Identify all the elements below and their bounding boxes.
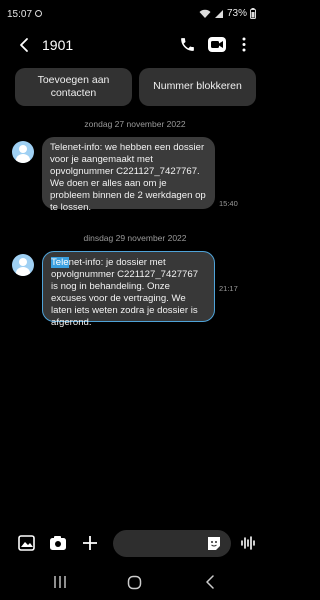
- message-text: net-info: je dossier met opvolgnummer C2…: [51, 257, 199, 328]
- composer-bar: [0, 526, 270, 560]
- signal-icon: [214, 9, 223, 18]
- phone-icon[interactable]: [179, 36, 196, 53]
- date-separator: zondag 27 november 2022: [84, 119, 186, 129]
- status-time: 15:07: [7, 9, 33, 20]
- gallery-icon[interactable]: [18, 535, 35, 551]
- selected-text[interactable]: Tele: [51, 257, 69, 268]
- video-call-icon[interactable]: [207, 36, 227, 53]
- message-bubble[interactable]: Telenet-info: we hebben een dossier voor…: [42, 137, 215, 213]
- avatar: [12, 141, 34, 163]
- add-icon[interactable]: [82, 535, 98, 551]
- back-nav-icon[interactable]: [204, 575, 216, 589]
- battery-icon: [250, 8, 256, 19]
- contact-title: 1901: [42, 37, 74, 53]
- wifi-icon: [199, 9, 211, 18]
- sticker-icon[interactable]: [206, 536, 222, 551]
- voice-record-icon[interactable]: [240, 535, 256, 551]
- notification-icon: [35, 10, 42, 17]
- back-arrow-icon[interactable]: [16, 36, 34, 54]
- home-icon[interactable]: [127, 575, 142, 590]
- status-indicators: 73%: [199, 8, 256, 19]
- status-bar: 15:07 73%: [0, 0, 270, 30]
- camera-icon[interactable]: [49, 535, 67, 551]
- more-options-icon[interactable]: [240, 36, 248, 53]
- message-input[interactable]: [125, 536, 209, 549]
- recent-apps-icon[interactable]: [53, 575, 67, 589]
- battery-percent: 73%: [226, 8, 247, 19]
- block-number-button[interactable]: Nummer blokkeren: [139, 68, 256, 106]
- add-to-contacts-label: Toevoegen aan contacten: [37, 73, 110, 99]
- message-time: 15:40: [219, 199, 238, 208]
- avatar: [12, 254, 34, 276]
- system-navigation-bar: [0, 567, 270, 600]
- date-separator: dinsdag 29 november 2022: [83, 233, 187, 243]
- add-to-contacts-button[interactable]: Toevoegen aan contacten: [15, 68, 132, 106]
- message-bubble-selected[interactable]: Telenet-info: je dossier met opvolgnumme…: [42, 251, 215, 328]
- block-number-label: Nummer blokkeren: [153, 80, 242, 93]
- message-compose-field[interactable]: [113, 530, 231, 557]
- conversation-header: 1901: [0, 30, 270, 60]
- message-time: 21:17: [219, 284, 238, 293]
